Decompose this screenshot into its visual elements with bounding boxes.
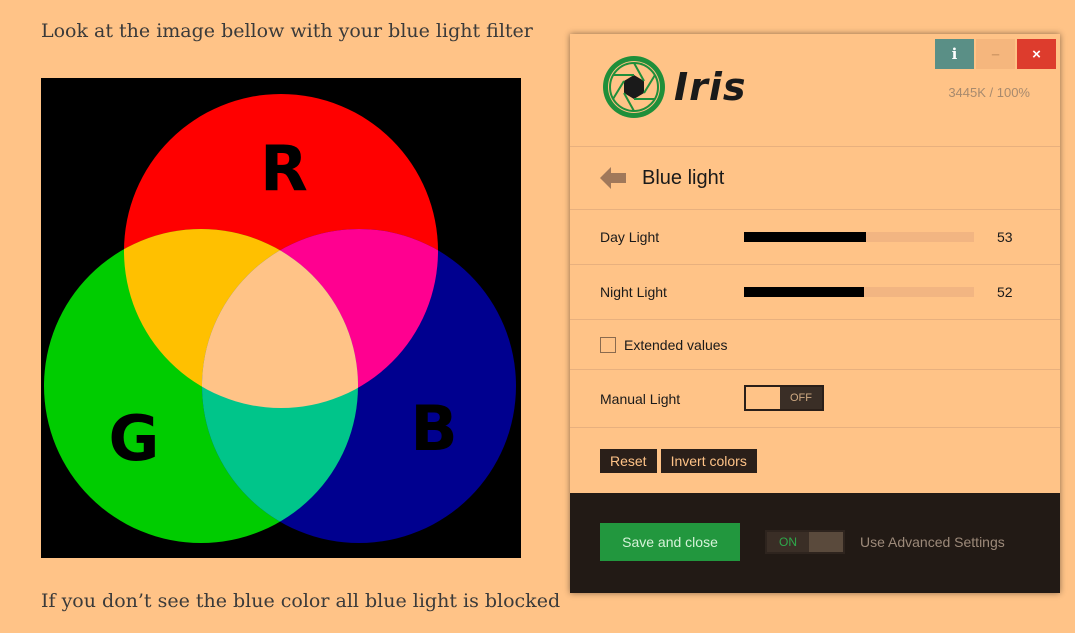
window-controls: i – × <box>935 39 1056 69</box>
advanced-toggle-state: ON <box>779 535 797 549</box>
app-name: Iris <box>674 65 747 109</box>
rgb-circles: R G B <box>41 78 521 558</box>
section-header: Blue light <box>570 146 1060 209</box>
save-and-close-button[interactable]: Save and close <box>600 523 740 561</box>
extended-values-checkbox[interactable] <box>600 336 616 353</box>
advanced-settings-label: Use Advanced Settings <box>860 534 1005 550</box>
manual-light-label: Manual Light <box>600 391 681 407</box>
advanced-toggle-knob <box>809 532 843 552</box>
day-light-label: Day Light <box>600 229 660 245</box>
night-light-label: Night Light <box>600 284 667 300</box>
temperature-readout: 3445K / 100% <box>948 85 1030 100</box>
day-light-fill <box>744 232 866 242</box>
instruction-top: Look at the image bellow with your blue … <box>41 20 533 42</box>
extended-values-label: Extended values <box>624 336 728 353</box>
back-arrow-icon[interactable] <box>600 167 626 189</box>
manual-toggle-knob <box>746 387 780 409</box>
manual-light-row: Manual Light OFF <box>570 369 1060 427</box>
reset-button[interactable]: Reset <box>600 448 657 473</box>
night-light-slider[interactable] <box>744 287 974 297</box>
night-light-value: 52 <box>997 284 1013 300</box>
minimize-button[interactable]: – <box>976 39 1015 69</box>
manual-toggle-state: OFF <box>790 392 812 404</box>
invert-colors-button[interactable]: Invert colors <box>660 448 757 473</box>
advanced-settings-toggle[interactable]: ON <box>765 530 845 554</box>
manual-light-toggle[interactable]: OFF <box>744 385 824 411</box>
night-light-fill <box>744 287 864 297</box>
rgb-test-image: R G B <box>41 78 521 558</box>
day-light-slider[interactable] <box>744 232 974 242</box>
extended-values-row: Extended values <box>570 319 1060 369</box>
night-light-row: Night Light 52 <box>570 264 1060 319</box>
label-g: G <box>109 402 160 475</box>
day-light-value: 53 <box>997 229 1013 245</box>
label-r: R <box>260 132 308 205</box>
app-logo: Iris <box>600 53 747 121</box>
day-light-row: Day Light 53 <box>570 209 1060 264</box>
iris-logo-icon <box>603 56 665 118</box>
instruction-bottom: If you don’t see the blue color all blue… <box>41 590 561 612</box>
label-b: B <box>410 392 457 465</box>
info-button[interactable]: i <box>935 39 974 69</box>
footer-bar: Save and close ON Use Advanced Settings <box>570 493 1060 593</box>
actions-row: Reset Invert colors <box>570 427 1060 493</box>
close-button[interactable]: × <box>1017 39 1056 69</box>
section-title: Blue light <box>642 166 725 189</box>
iris-window: i – × Iris 3445K / 100% Blue light Day L… <box>570 34 1060 593</box>
